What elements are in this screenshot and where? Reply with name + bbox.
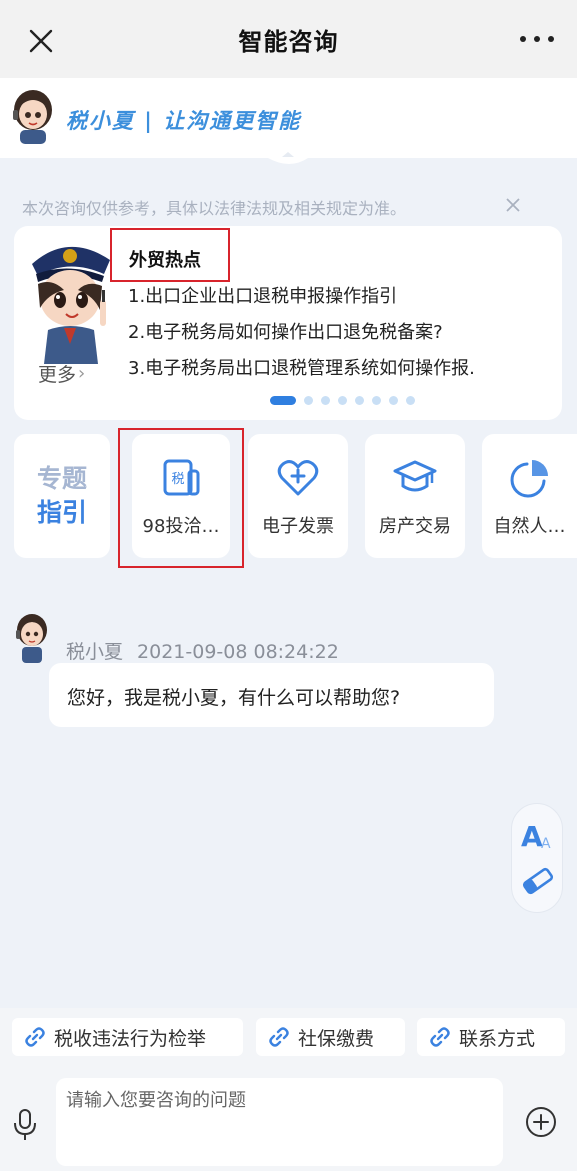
chevron-right-icon: › [78,363,86,384]
hot-topics-title: 外贸热点 [129,250,201,271]
topic-card-e-invoice[interactable]: 电子发票 [248,434,348,558]
floating-toolbar: A A [511,803,563,913]
topic-guide-line1: 专题 [36,464,87,493]
topic-guide-card: 专题 指引 [14,434,110,558]
svg-text:A: A [541,836,551,852]
topic-label: 电子发票 [262,516,334,537]
hot-topics-list: 1.出口企业出口退税申报操作指引 2.电子税务局如何操作出口退免税备案? 3.电… [128,282,558,390]
microphone-icon[interactable] [12,1108,38,1142]
disclaimer-text: 本次咨询仅供参考，具体以法律法规及相关规定为准。 [22,199,407,218]
mascot-avatar-icon [16,614,47,663]
close-icon[interactable] [26,26,56,56]
carousel-dot[interactable] [372,396,381,405]
carousel-dot[interactable] [338,396,347,405]
topic-label: 自然人… [493,516,566,537]
carousel-dot[interactable] [304,396,313,405]
hot-topics-card: 更多 › 外贸热点 1.出口企业出口退税申报操作指引 2.电子税务局如何操作出口… [14,226,562,420]
carousel-dot[interactable] [270,396,296,405]
message-timestamp: 2021-09-08 08:24:22 [137,641,339,663]
quick-link-label: 税收违法行为检举 [54,1027,207,1050]
heart-plus-icon [277,460,319,496]
more-label: 更多 [38,364,77,386]
brand-slogan: 税小夏 | 让沟通更智能 [66,108,302,133]
quick-link-label: 联系方式 [459,1027,536,1050]
link-icon [430,1027,450,1047]
hot-topic-item[interactable]: 2.电子税务局如何操作出口退免税备案? [128,318,558,354]
graduation-cap-icon [393,460,437,492]
carousel-dot[interactable] [321,396,330,405]
quick-link-chip[interactable]: 社保缴费 [256,1018,405,1056]
quick-link-label: 社保缴费 [298,1027,375,1050]
svg-text:A: A [521,820,543,852]
close-disclaimer-icon[interactable] [504,196,522,214]
carousel-dot[interactable] [355,396,364,405]
page-title: 智能咨询 [238,27,339,56]
quick-link-chip[interactable]: 联系方式 [417,1018,565,1056]
message-meta: 税小夏 2021-09-08 08:24:22 [66,637,339,664]
carousel-dot[interactable] [389,396,398,405]
eraser-icon[interactable] [521,866,555,896]
sender-name: 税小夏 [66,641,124,663]
link-icon [269,1027,289,1047]
mascot-officer-icon [32,246,110,364]
hot-topic-item[interactable]: 1.出口企业出口退税申报操作指引 [128,282,558,318]
font-size-icon[interactable]: A A [520,818,556,852]
mascot-avatar-icon [13,90,52,144]
brand-header: 税小夏 | 让沟通更智能 [0,78,577,158]
topic-card-natural-person[interactable]: 自然人… [482,434,577,558]
highlight-frame [118,428,244,568]
link-icon [25,1027,45,1047]
add-icon[interactable] [525,1106,557,1138]
more-link[interactable]: 更多 › [38,360,85,387]
topic-guide-line2: 指引 [36,498,87,527]
more-options-icon[interactable] [519,32,555,46]
hot-topic-item[interactable]: 3.电子税务局出口退税管理系统如何操作报. [128,354,558,390]
topic-label: 房产交易 [379,516,451,537]
title-bar: 智能咨询 [0,0,577,78]
carousel-indicator [270,396,415,405]
quick-link-chip[interactable]: 税收违法行为检举 [12,1018,243,1056]
pie-chart-icon [510,460,548,498]
topic-card-property[interactable]: 房产交易 [365,434,465,558]
chat-bubble: 您好，我是税小夏，有什么可以帮助您? [49,663,494,727]
header-notch [228,150,348,164]
question-input[interactable] [56,1078,503,1166]
carousel-dot[interactable] [406,396,415,405]
